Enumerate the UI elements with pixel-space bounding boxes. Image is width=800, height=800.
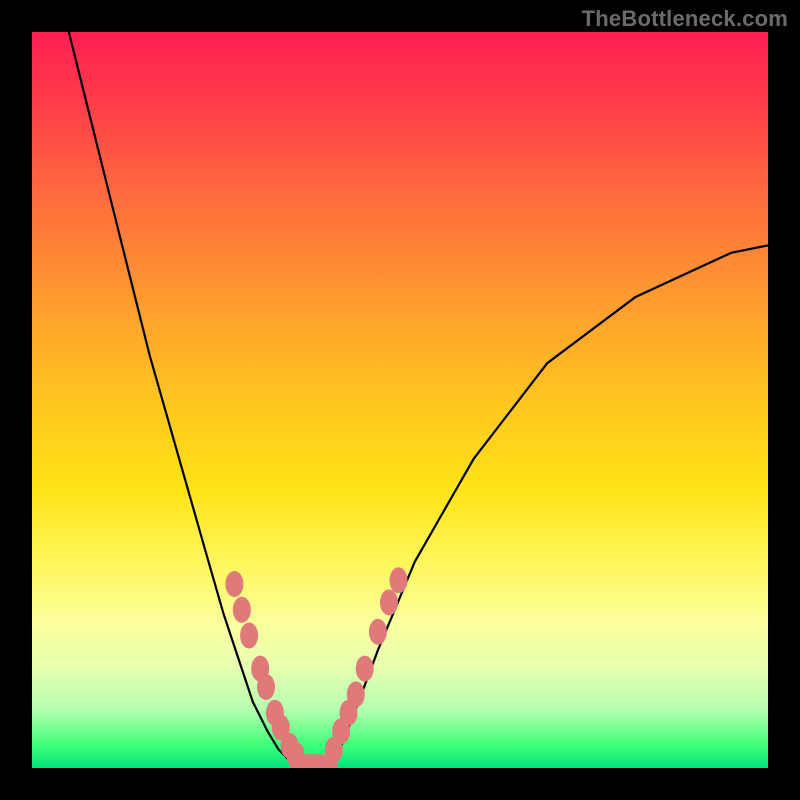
curve-left-branch	[69, 32, 299, 765]
marker-group-right	[325, 567, 408, 762]
data-marker	[380, 589, 398, 615]
data-marker	[369, 619, 387, 645]
data-marker-bar	[290, 754, 338, 768]
data-marker	[390, 567, 408, 593]
curve-group	[69, 32, 768, 765]
data-marker	[240, 623, 258, 649]
data-marker	[225, 571, 243, 597]
data-marker	[257, 674, 275, 700]
data-marker	[347, 681, 365, 707]
chart-frame: TheBottleneck.com	[0, 0, 800, 800]
data-marker	[356, 656, 374, 682]
marker-group-left	[225, 571, 304, 768]
watermark-text: TheBottleneck.com	[582, 6, 788, 32]
marker-bottom-bar	[290, 754, 338, 768]
curve-right-branch	[326, 245, 768, 765]
plot-area	[32, 32, 768, 768]
chart-svg	[32, 32, 768, 768]
data-marker	[233, 597, 251, 623]
